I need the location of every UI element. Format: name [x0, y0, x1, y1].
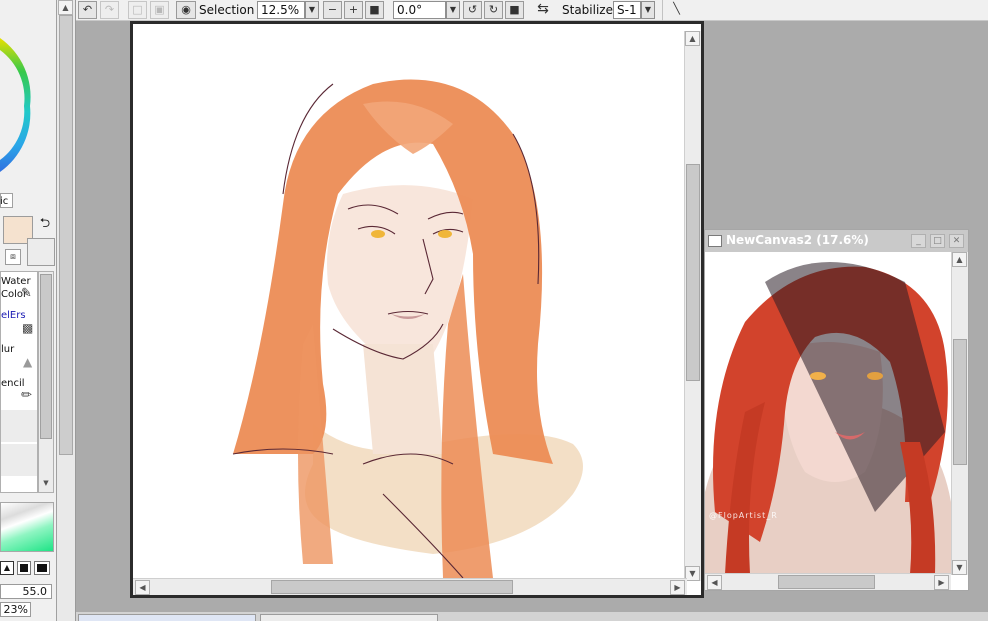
rotate-right-icon[interactable]: ↻	[484, 1, 503, 19]
document-tab[interactable]	[78, 614, 256, 621]
tool-list: Water Color ✎ elErs ▩ lur ▲ encil ✏	[0, 271, 38, 493]
invert-selection-icon[interactable]: ▣	[150, 1, 169, 19]
scroll-thumb[interactable]	[953, 339, 967, 465]
scroll-down-arrow[interactable]: ▼	[685, 566, 700, 581]
zoom-in-icon[interactable]: +	[344, 1, 363, 19]
pencil-icon: ✏	[21, 388, 32, 403]
mode-label: ic	[0, 196, 9, 207]
eraser-icon: ▩	[22, 321, 34, 335]
scroll-down-arrow[interactable]: ▼	[952, 560, 967, 575]
secondary-canvas-vertical-scrollbar[interactable]: ▲ ▼	[951, 252, 968, 575]
line-tool-icon[interactable]: ╲	[667, 1, 686, 19]
droplet-icon: ▲	[23, 355, 33, 369]
canvas-artwork-painting[interactable]	[705, 252, 951, 574]
scroll-thumb[interactable]	[59, 15, 73, 455]
main-canvas-window: ▲ ▼ ◀ ▶	[130, 21, 704, 598]
secondary-color-swatch[interactable]	[27, 238, 55, 266]
secondary-window-titlebar[interactable]: NewCanvas2 (17.6%) _ □ ✕	[705, 230, 968, 252]
color-wheel[interactable]	[0, 0, 57, 200]
document-tab-strip	[76, 612, 988, 621]
tool-item-marker-eraser[interactable]: elErs ▩	[1, 307, 37, 337]
brush-size-value: 55.0	[22, 585, 48, 598]
artist-watermark: @FlopArtist_R	[709, 511, 778, 520]
scroll-left-arrow[interactable]: ◀	[707, 575, 722, 590]
brush-size-field[interactable]: 55.0	[0, 584, 52, 599]
scroll-left-arrow[interactable]: ◀	[135, 580, 150, 595]
zoom-reset-icon[interactable]: ■	[365, 1, 384, 19]
brush-shape-button[interactable]: ▲	[0, 561, 14, 575]
close-icon[interactable]: ✕	[949, 234, 964, 248]
rotation-reset-icon[interactable]: ■	[505, 1, 524, 19]
swap-colors-icon[interactable]: ⮌	[37, 217, 53, 233]
left-tool-panel: ic ⮌ ⧈ Water Color ✎ elErs ▩ lur ▲ encil…	[0, 0, 57, 621]
deselect-icon[interactable]: □	[128, 1, 147, 19]
zoom-field[interactable]: 12.5%	[257, 1, 305, 19]
scroll-up-arrow[interactable]: ▲	[685, 31, 700, 46]
tool-label: lur	[1, 344, 15, 355]
secondary-window-title: NewCanvas2 (17.6%)	[726, 233, 869, 247]
rotation-dropdown-icon[interactable]: ▼	[446, 1, 460, 19]
stabilizer-label: Stabilizer	[562, 3, 618, 17]
zoom-out-icon[interactable]: −	[323, 1, 342, 19]
stabilizer-field[interactable]: S-1	[613, 1, 641, 19]
canvas-artwork-sketch[interactable]	[133, 24, 684, 578]
brush-density-field[interactable]: 23%	[0, 602, 31, 617]
tool-list-scrollbar[interactable]: ▼	[38, 271, 54, 493]
rotation-field[interactable]: 0.0°	[393, 1, 446, 19]
left-panel-scrollbar[interactable]: ▲	[57, 0, 76, 621]
tool-item-watercolor[interactable]: Water Color ✎	[1, 272, 37, 305]
rotate-left-icon[interactable]: ↺	[463, 1, 482, 19]
tool-label: elErs	[1, 310, 26, 321]
watercolor-brush-icon: ✎	[21, 286, 32, 301]
zoom-dropdown-icon[interactable]: ▼	[305, 1, 319, 19]
tool-item-blur[interactable]: lur ▲	[1, 339, 37, 369]
main-canvas-horizontal-scrollbar[interactable]: ◀ ▶	[133, 578, 687, 595]
transparent-color-icon[interactable]: ⧈	[5, 249, 21, 265]
scroll-thumb[interactable]	[686, 164, 700, 381]
top-toolbar: ↶ ↷ □ ▣ ◉ Selection 12.5% ▼ − + ■ 0.0° ▼…	[76, 0, 988, 21]
minimize-icon[interactable]: _	[911, 234, 926, 248]
secondary-canvas-horizontal-scrollbar[interactable]: ◀ ▶	[705, 573, 951, 590]
stabilizer-dropdown-icon[interactable]: ▼	[641, 1, 655, 19]
document-tab[interactable]	[260, 614, 438, 621]
tool-item-pencil[interactable]: encil ✏	[1, 372, 37, 406]
selection-label[interactable]: Selection	[199, 2, 254, 18]
scroll-right-arrow[interactable]: ▶	[934, 575, 949, 590]
brush-density-value: 23%	[3, 603, 28, 616]
undo-icon[interactable]: ↶	[78, 1, 97, 19]
redo-icon[interactable]: ↷	[100, 1, 119, 19]
brush-shape-preview[interactable]	[0, 502, 54, 552]
main-canvas-vertical-scrollbar[interactable]: ▲ ▼	[684, 31, 701, 581]
maximize-icon[interactable]: □	[930, 234, 945, 248]
flip-horizontal-icon[interactable]: ⇆	[532, 1, 554, 19]
scroll-up-arrow[interactable]: ▲	[952, 252, 967, 267]
eye-icon[interactable]: ◉	[176, 1, 196, 19]
brush-shape-button[interactable]	[34, 561, 50, 575]
scroll-up-arrow[interactable]: ▲	[58, 0, 73, 15]
canvas-window-icon	[708, 235, 722, 247]
brush-shape-button[interactable]	[17, 561, 31, 575]
secondary-canvas-window: NewCanvas2 (17.6%) _ □ ✕ @FlopArtist_R ▲…	[704, 229, 969, 591]
scroll-thumb[interactable]	[778, 575, 875, 589]
scroll-right-arrow[interactable]: ▶	[670, 580, 685, 595]
scroll-thumb[interactable]	[271, 580, 513, 594]
